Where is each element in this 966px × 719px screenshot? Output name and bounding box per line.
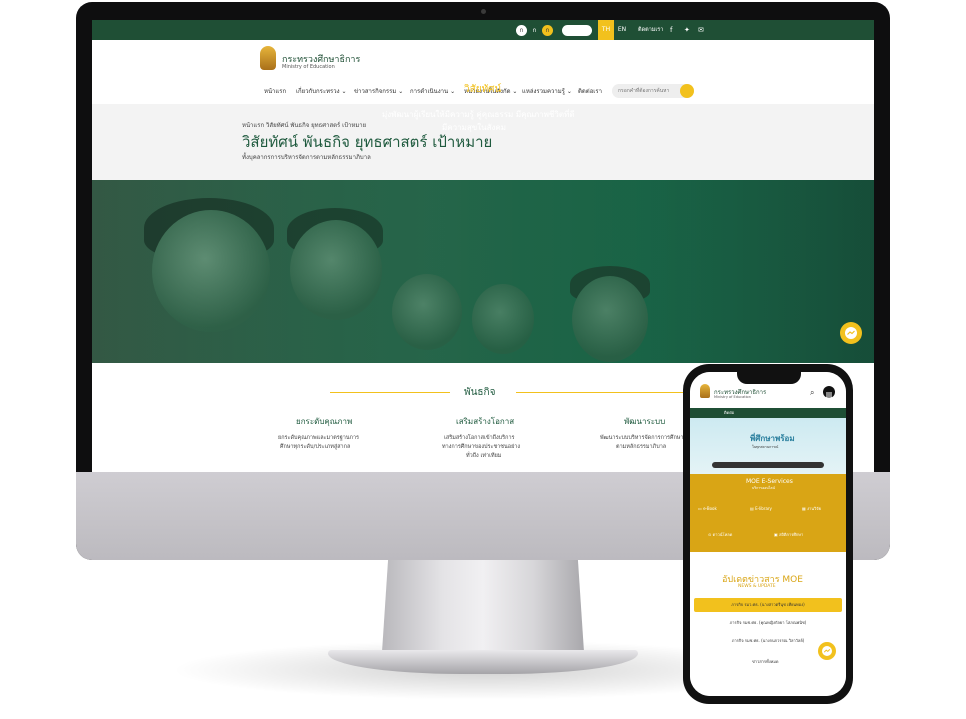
mission-col-opportunity-text: ทั่วถึง เท่าเทียม — [466, 453, 502, 459]
facebook-icon[interactable]: f — [670, 25, 672, 35]
twitter-icon[interactable]: ✦ — [684, 25, 690, 35]
mission-divider-left — [330, 392, 450, 393]
chevron-down-icon: ⌄ — [566, 88, 572, 95]
phone-notch — [737, 370, 801, 384]
mobile-logo-subtitle: Ministry of Education — [714, 395, 751, 399]
mission-col-quality-text: ยกระดับคุณภาพและมาตรฐานการ — [278, 435, 360, 441]
carousel-indicator[interactable] — [712, 462, 824, 468]
tile-ebook[interactable]: ▭ e-Book — [698, 498, 717, 520]
menu-lines-icon — [826, 392, 832, 398]
mission-col-opportunity-text: เสริมสร้างโอกาสเข้าถึงบริการ — [444, 435, 515, 441]
nav-contact[interactable]: ติดต่อเรา — [578, 80, 602, 104]
monitor-camera — [481, 9, 486, 14]
nav-about-label: เกี่ยวกับกระทรวง — [296, 88, 340, 95]
tile-label: งานวิจัย — [807, 506, 821, 511]
mission-col-quality-text: ศึกษาทุกระดับ/ประเภทสู่สากล — [280, 444, 351, 450]
nav-news-label: ข่าวสารกิจกรรม — [354, 88, 397, 95]
font-size-small-button[interactable]: ก — [516, 25, 527, 36]
news-item[interactable]: ภารกิจ รมช.ศธ. (คุณหญิงกัลยา โสภณพนิช) — [694, 616, 842, 630]
logo-subtitle: Ministry of Education — [282, 64, 335, 70]
library-icon: ▤ — [750, 506, 754, 511]
eservices-subtitle: บริการออนไลน์ — [752, 486, 775, 490]
research-icon: ▦ — [802, 506, 806, 511]
font-size-large-button[interactable]: ก — [542, 25, 553, 36]
nav-search — [612, 84, 694, 98]
page-subtitle: ทั้งบุคลากรการบริหารจัดการตามหลักธรรมาภิ… — [242, 154, 371, 161]
tile-label: สถิติการศึกษา — [779, 532, 804, 537]
mobile-contact-label[interactable]: ติดต่อ — [724, 409, 734, 416]
vision-statement-line2: มีความสุขในสังคม — [442, 123, 507, 132]
tile-label: e-Book — [703, 506, 717, 511]
nav-knowledge[interactable]: แหล่งรวมความรู้ ⌄ — [522, 80, 572, 104]
font-size-medium-button[interactable]: ก — [529, 25, 540, 36]
nav-operations[interactable]: การดำเนินงาน ⌄ — [410, 80, 455, 104]
tile-elibrary[interactable]: ▤ E-library — [750, 498, 772, 520]
ministry-emblem-icon[interactable] — [700, 384, 710, 398]
hero-overlay — [92, 180, 874, 363]
mobile-messenger-button[interactable] — [818, 642, 836, 660]
mobile-banner-subtitle: ในทุกสถานการณ์ — [752, 445, 779, 449]
top-utility-bar: ก ก ก TH EN ติดตามเรา f ✦ ✉ — [92, 20, 874, 40]
all-news-link[interactable]: ข่าวสารทั้งหมด — [752, 658, 779, 665]
nav-news[interactable]: ข่าวสารกิจกรรม ⌄ — [354, 80, 403, 104]
statistics-icon: ▣ — [774, 532, 778, 537]
lang-th-button[interactable]: TH — [598, 20, 614, 40]
monitor-stand — [382, 560, 584, 652]
mobile-utility-bar — [690, 408, 846, 418]
ministry-emblem-icon[interactable] — [260, 46, 276, 70]
chevron-down-icon: ⌄ — [512, 88, 518, 95]
mail-icon[interactable]: ✉ — [698, 25, 704, 35]
book-icon: ▭ — [698, 506, 702, 511]
mission-col-system-text: พัฒนาระบบบริหารจัดการการศึกษา — [600, 435, 684, 441]
tile-label: E-library — [755, 506, 772, 511]
nav-home[interactable]: หน้าแรก — [264, 80, 286, 104]
tile-label: ดาวน์โหลด — [712, 532, 733, 537]
vision-title: วิสัยทัศน์ — [464, 84, 502, 95]
nav-knowledge-label: แหล่งรวมความรู้ — [522, 88, 565, 95]
messenger-icon — [845, 327, 857, 339]
download-icon: ⊙ — [708, 532, 712, 537]
search-input[interactable] — [618, 84, 678, 98]
vision-hero-banner — [92, 180, 874, 363]
tile-research[interactable]: ▦ งานวิจัย — [802, 498, 821, 520]
news-item[interactable]: ภารกิจ รมว.ศธ. (นางสาวตรีนุช เทียนทอง) — [694, 598, 842, 612]
breadcrumb[interactable]: หน้าแรก วิสัยทัศน์ พันธกิจ ยุทธศาสตร์ เป… — [242, 120, 366, 130]
mission-title: พันธกิจ — [464, 387, 496, 398]
tile-download[interactable]: ⊙ ดาวน์โหลด — [708, 524, 732, 546]
contrast-toggle[interactable] — [562, 25, 592, 36]
mission-col-system-text: ตามหลักธรรมาภิบาล — [616, 444, 667, 450]
mission-col-system-title: พัฒนาระบบ — [624, 417, 666, 426]
mission-col-opportunity-title: เสริมสร้างโอกาส — [456, 417, 515, 426]
search-button[interactable] — [680, 84, 694, 98]
lang-en-button[interactable]: EN — [614, 20, 630, 40]
search-icon[interactable]: ⌕ — [810, 388, 814, 398]
messenger-chat-button[interactable] — [840, 322, 862, 344]
follow-label: ติดตามเรา — [638, 27, 664, 33]
tile-statistics[interactable]: ▣ สถิติการศึกษา — [774, 524, 803, 546]
mission-col-quality-title: ยกระดับคุณภาพ — [296, 417, 353, 426]
eservices-title: MOE E-Services — [746, 478, 793, 485]
nav-about[interactable]: เกี่ยวกับกระทรวง ⌄ — [296, 80, 347, 104]
nav-operations-label: การดำเนินงาน — [410, 88, 449, 95]
vision-statement-line1: มุ่งพัฒนาผู้เรียนให้มีความรู้ คู่คุณธรรม… — [382, 110, 575, 119]
mission-col-opportunity-text: ทางการศึกษาของประชาชนอย่าง — [442, 444, 521, 450]
site-header: กระทรวงศึกษาธิการ Ministry of Education — [92, 40, 874, 81]
mobile-website-screen: กระทรวงศึกษาธิการ Ministry of Education … — [690, 372, 846, 696]
news-subtitle: NEWS & UPDATE — [738, 584, 776, 589]
hamburger-menu-icon[interactable] — [823, 386, 835, 398]
messenger-icon — [822, 646, 832, 656]
chevron-down-icon: ⌄ — [341, 88, 347, 95]
chevron-down-icon: ⌄ — [398, 88, 404, 95]
chevron-down-icon: ⌄ — [450, 88, 456, 95]
